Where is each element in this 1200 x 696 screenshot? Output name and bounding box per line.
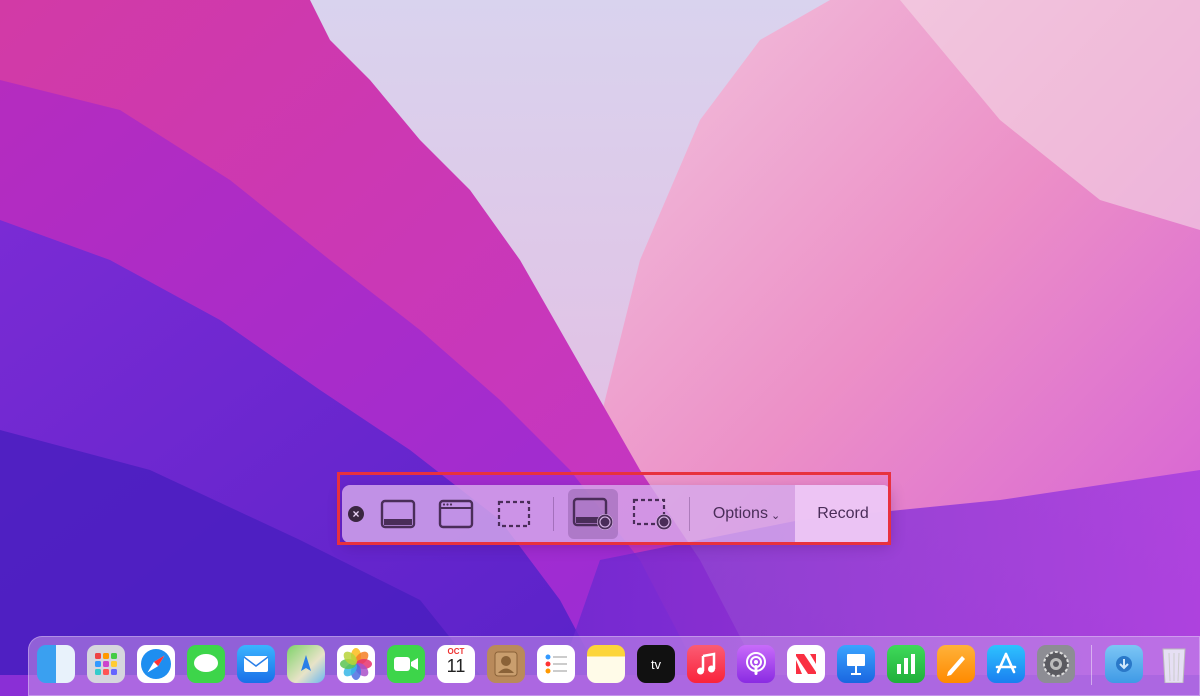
calendar-icon[interactable]: OCT 11 [437,645,475,683]
calendar-day: 11 [446,656,466,676]
mail-icon[interactable] [237,645,275,683]
pages-icon[interactable] [937,645,975,683]
gear-icon[interactable] [1037,645,1075,683]
facetime-icon[interactable] [387,645,425,683]
tv-icon[interactable]: tv [637,645,675,683]
numbers-icon[interactable] [887,645,925,683]
launchpad-icon[interactable] [87,645,125,683]
dock-separator [1091,645,1092,685]
photos-icon[interactable] [337,645,375,683]
messages-icon[interactable] [187,645,225,683]
maps-icon[interactable] [287,645,325,683]
trash-icon[interactable] [1155,645,1193,683]
finder-icon[interactable] [37,645,75,683]
keynote-icon[interactable] [837,645,875,683]
podcasts-icon[interactable] [737,645,775,683]
tv-label: tv [650,656,662,672]
reminders-icon[interactable] [537,645,575,683]
contacts-icon[interactable] [487,645,525,683]
calendar-month: OCT [447,647,465,656]
highlight-frame [337,472,891,545]
safari-icon[interactable] [137,645,175,683]
music-icon[interactable] [687,645,725,683]
app-store-icon[interactable] [987,645,1025,683]
dock: OCT 11 tv [28,636,1200,696]
downloads-folder-icon[interactable] [1105,645,1143,683]
notes-icon[interactable] [587,645,625,683]
news-icon[interactable] [787,645,825,683]
desktop-wallpaper [0,0,1200,675]
